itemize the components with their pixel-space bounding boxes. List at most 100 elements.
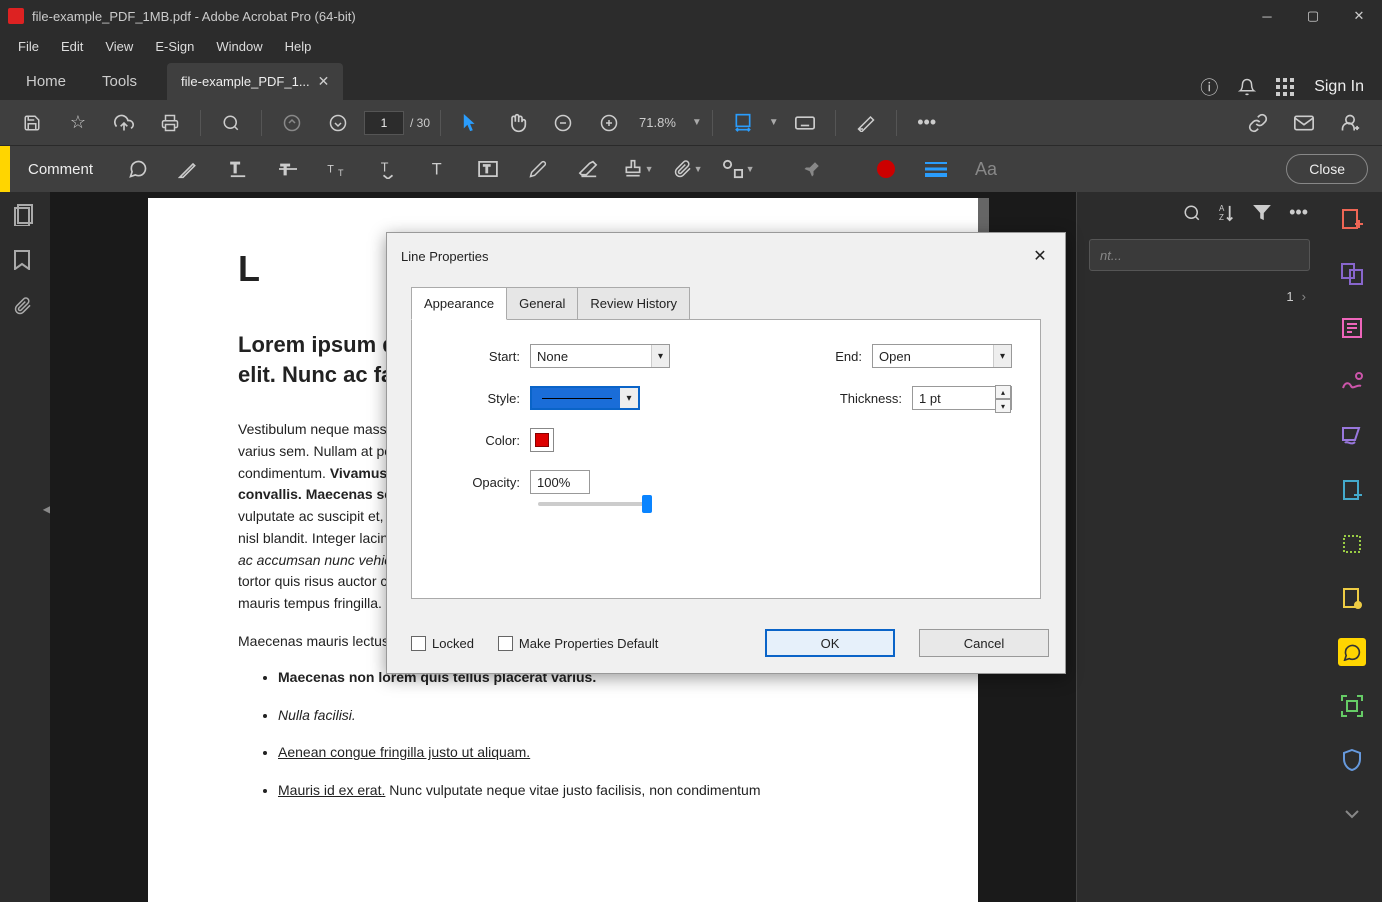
title-bar: file-example_PDF_1MB.pdf - Adobe Acrobat… xyxy=(0,0,1382,32)
menu-esign[interactable]: E-Sign xyxy=(145,35,204,58)
more-tools-rail-icon[interactable] xyxy=(1338,800,1366,828)
sticky-note-icon[interactable] xyxy=(115,151,161,187)
sort-icon[interactable]: AZ xyxy=(1219,204,1235,222)
replace-text-icon[interactable]: TT xyxy=(315,151,361,187)
share-link-icon[interactable] xyxy=(1238,105,1278,141)
thickness-down-icon[interactable]: ▾ xyxy=(995,399,1011,413)
email-icon[interactable] xyxy=(1284,105,1324,141)
stamp-icon[interactable]: ▼ xyxy=(615,151,661,187)
highlight-icon[interactable] xyxy=(165,151,211,187)
dialog-close-icon[interactable]: ✕ xyxy=(1027,243,1053,269)
fill-sign-icon[interactable] xyxy=(1338,422,1366,450)
opacity-input[interactable]: 100% xyxy=(530,470,590,494)
tab-close-icon[interactable]: ✕ xyxy=(318,73,330,90)
profile-icon[interactable] xyxy=(1330,105,1370,141)
color-indicator[interactable] xyxy=(863,151,909,187)
request-signatures-icon[interactable] xyxy=(1338,368,1366,396)
scan-ocr-icon[interactable] xyxy=(1338,692,1366,720)
tab-general[interactable]: General xyxy=(506,287,578,320)
sign-in-button[interactable]: Sign In xyxy=(1314,78,1364,96)
minimize-button[interactable]: ─ xyxy=(1244,0,1290,32)
slider-thumb[interactable] xyxy=(642,495,652,513)
menu-bar: File Edit View E-Sign Window Help xyxy=(0,32,1382,60)
export-pdf-icon[interactable] xyxy=(1338,476,1366,504)
attachments-icon[interactable] xyxy=(14,296,36,318)
panel-options-icon[interactable]: ••• xyxy=(1289,202,1308,223)
redact-icon[interactable] xyxy=(846,105,886,141)
color-picker[interactable] xyxy=(530,428,554,452)
star-icon[interactable]: ☆ xyxy=(58,105,98,141)
zoom-value[interactable]: 71.8% xyxy=(635,115,680,130)
apps-grid-icon[interactable] xyxy=(1276,78,1294,96)
create-pdf-icon[interactable] xyxy=(1338,206,1366,234)
bell-icon[interactable] xyxy=(1238,78,1256,96)
pin-icon[interactable] xyxy=(789,151,835,187)
start-select[interactable]: None ▾ xyxy=(530,344,670,368)
menu-help[interactable]: Help xyxy=(275,35,322,58)
bookmarks-icon[interactable] xyxy=(14,250,36,272)
protect-icon[interactable] xyxy=(1338,746,1366,774)
organize-pages-icon[interactable] xyxy=(1338,530,1366,558)
fit-width-icon[interactable] xyxy=(723,105,763,141)
cloud-upload-icon[interactable] xyxy=(104,105,144,141)
hand-icon[interactable] xyxy=(497,105,537,141)
zoom-dropdown-icon[interactable]: ▼ xyxy=(692,117,702,128)
nav-home[interactable]: Home xyxy=(8,63,84,100)
text-comment-icon[interactable]: T xyxy=(415,151,461,187)
insert-text-icon[interactable]: T xyxy=(365,151,411,187)
maximize-button[interactable]: ▢ xyxy=(1290,0,1336,32)
close-comment-button[interactable]: Close xyxy=(1286,154,1368,184)
more-tools-icon[interactable]: ••• xyxy=(907,105,947,141)
ok-button[interactable]: OK xyxy=(765,629,895,657)
drawing-tools-icon[interactable]: ▼ xyxy=(715,151,761,187)
locked-checkbox[interactable] xyxy=(411,636,426,651)
print-icon[interactable] xyxy=(150,105,190,141)
style-select[interactable]: ▾ xyxy=(530,386,640,410)
chevron-right-icon[interactable]: › xyxy=(1302,289,1306,304)
zoom-out-icon[interactable] xyxy=(543,105,583,141)
eraser-icon[interactable] xyxy=(565,151,611,187)
edit-pdf-icon[interactable] xyxy=(1338,314,1366,342)
close-window-button[interactable]: ✕ xyxy=(1336,0,1382,32)
list-item: Mauris id ex erat. Nunc vulputate neque … xyxy=(278,781,908,801)
opacity-slider[interactable] xyxy=(538,502,648,506)
menu-window[interactable]: Window xyxy=(206,35,272,58)
comment-tool-icon[interactable] xyxy=(1338,638,1366,666)
send-comments-icon[interactable] xyxy=(1338,584,1366,612)
thickness-input[interactable]: 1 pt ▴ ▾ xyxy=(912,386,1012,410)
strikethrough-icon[interactable]: T xyxy=(265,151,311,187)
page-up-icon[interactable] xyxy=(272,105,312,141)
combine-files-icon[interactable] xyxy=(1338,260,1366,288)
menu-file[interactable]: File xyxy=(8,35,49,58)
font-size-icon[interactable]: Aa xyxy=(963,151,1009,187)
nav-tools[interactable]: Tools xyxy=(84,63,155,100)
underline-icon[interactable]: T xyxy=(215,151,261,187)
help-icon[interactable]: ⓘ xyxy=(1200,74,1218,100)
text-box-icon[interactable]: T xyxy=(465,151,511,187)
page-down-icon[interactable] xyxy=(318,105,358,141)
document-tab[interactable]: file-example_PDF_1... ✕ xyxy=(167,63,343,100)
filter-icon[interactable] xyxy=(1253,205,1271,221)
make-default-checkbox[interactable] xyxy=(498,636,513,651)
keyboard-icon[interactable] xyxy=(785,105,825,141)
comments-search-input[interactable]: nt... xyxy=(1089,239,1310,271)
search-comments-icon[interactable] xyxy=(1183,204,1201,222)
page-number-input[interactable] xyxy=(364,111,404,135)
chevron-down-icon: ▾ xyxy=(651,345,669,367)
tab-appearance[interactable]: Appearance xyxy=(411,287,507,320)
cancel-button[interactable]: Cancel xyxy=(919,629,1049,657)
thickness-up-icon[interactable]: ▴ xyxy=(995,385,1011,399)
pencil-icon[interactable] xyxy=(515,151,561,187)
end-select[interactable]: Open ▾ xyxy=(872,344,1012,368)
find-icon[interactable] xyxy=(211,105,251,141)
tab-review-history[interactable]: Review History xyxy=(577,287,690,320)
zoom-in-icon[interactable] xyxy=(589,105,629,141)
attach-icon[interactable]: ▼ xyxy=(665,151,711,187)
line-thickness-icon[interactable] xyxy=(913,151,959,187)
fit-dropdown-icon[interactable]: ▼ xyxy=(769,117,779,128)
save-icon[interactable] xyxy=(12,105,52,141)
cursor-icon[interactable] xyxy=(451,105,491,141)
menu-edit[interactable]: Edit xyxy=(51,35,93,58)
menu-view[interactable]: View xyxy=(95,35,143,58)
thumbnails-icon[interactable] xyxy=(14,204,36,226)
